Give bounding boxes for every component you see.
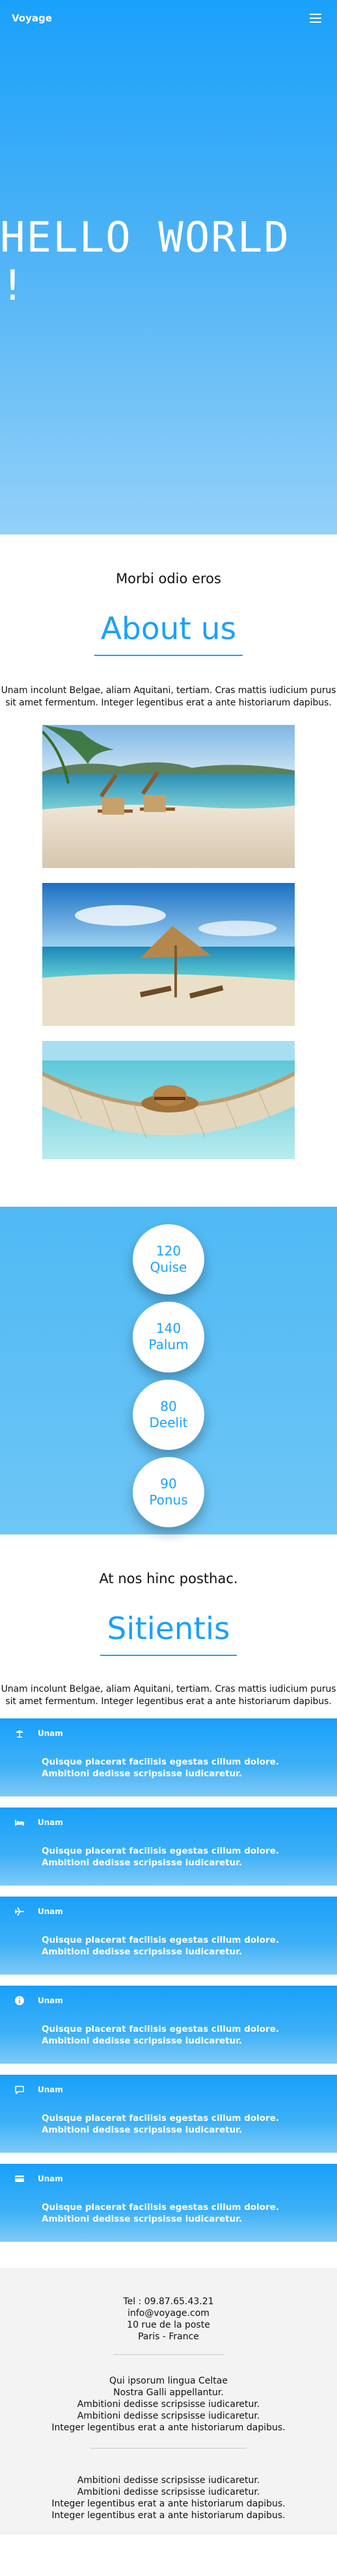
- about-intro: Unam incolunt Belgae, aliam Aquitani, te…: [1, 685, 336, 708]
- service-title: Unam: [38, 1996, 63, 2005]
- chat-bubble-icon: [15, 2086, 24, 2094]
- service-card[interactable]: Unam Quisque placerat facilisis egestas …: [0, 2164, 337, 2242]
- service-title: Unam: [38, 1907, 63, 1916]
- about-section: Morbi odio eros About us Unam incolunt B…: [0, 534, 337, 1207]
- beach-umbrella-photo: [42, 883, 295, 1026]
- service-card[interactable]: Unam Quisque placerat facilisis egestas …: [0, 2075, 337, 2153]
- footer-line: Ambitioni dedisse scripsisse iudicaretur…: [77, 2475, 260, 2486]
- hamburger-menu-icon[interactable]: [310, 14, 321, 23]
- photo-gallery: [0, 709, 337, 1207]
- brand-logo[interactable]: Voyage: [12, 12, 52, 24]
- footer-line: Ambitioni dedisse scripsisse iudicaretur…: [77, 2487, 260, 2497]
- service-text: Quisque placerat facilisis egestas cillu…: [42, 2024, 279, 2046]
- services-intro: Unam incolunt Belgae, aliam Aquitani, te…: [1, 1684, 336, 1707]
- hammock-hat-photo: [42, 1041, 295, 1159]
- service-card[interactable]: Unam Quisque placerat facilisis egestas …: [0, 1986, 337, 2064]
- stat-value: 80: [160, 1398, 177, 1414]
- service-text: Quisque placerat facilisis egestas cillu…: [42, 1846, 279, 1868]
- services-heading: Sitientis: [100, 1611, 237, 1656]
- footer-line: Integer legentibus erat a ante historiar…: [51, 2499, 286, 2509]
- credit-card-icon: [15, 2175, 24, 2182]
- footer-email[interactable]: info@voyage.com: [0, 2307, 337, 2319]
- services-list: Unam Quisque placerat facilisis egestas …: [0, 1718, 337, 2242]
- footer-phone[interactable]: Tel : 09.87.65.43.21: [0, 2296, 337, 2307]
- beach-chairs-photo: [42, 725, 295, 868]
- stat-bubble[interactable]: 120 Quise: [133, 1224, 204, 1295]
- footer-contact: Tel : 09.87.65.43.21 info@voyage.com 10 …: [0, 2296, 337, 2343]
- footer: Tel : 09.87.65.43.21 info@voyage.com 10 …: [0, 2268, 337, 2534]
- about-kicker: Morbi odio eros: [116, 571, 221, 586]
- footer-text-block: Qui ipsorum lingua Celtae Nostra Galli a…: [0, 2375, 337, 2434]
- top-navbar: Voyage: [0, 0, 337, 36]
- info-icon: [15, 1996, 24, 2005]
- footer-divider: [90, 2448, 247, 2449]
- stat-label: Palum: [148, 1337, 189, 1353]
- footer-line: Ambitioni dedisse scripsisse iudicaretur…: [77, 2411, 260, 2421]
- stat-value: 140: [155, 1321, 182, 1337]
- service-text: Quisque placerat facilisis egestas cillu…: [42, 1935, 279, 1957]
- stat-label: Quise: [150, 1259, 187, 1276]
- footer-city: Paris - France: [138, 2332, 199, 2342]
- stat-bubble[interactable]: 80 Deelit: [133, 1379, 204, 1450]
- stats-section: 120 Quise 140 Palum 80 Deelit 90 Ponus: [0, 1207, 337, 1534]
- footer-text-block: Ambitioni dedisse scripsisse iudicaretur…: [0, 2475, 337, 2521]
- service-card[interactable]: Unam Quisque placerat facilisis egestas …: [0, 1807, 337, 1886]
- footer-line: Qui ipsorum lingua Celtae: [109, 2376, 228, 2386]
- service-title: Unam: [38, 1729, 63, 1738]
- airplane-icon: [15, 1907, 24, 1916]
- service-title: Unam: [38, 2174, 63, 2183]
- service-text: Quisque placerat facilisis egestas cillu…: [42, 2113, 279, 2135]
- service-card[interactable]: Unam Quisque placerat facilisis egestas …: [0, 1897, 337, 1975]
- service-text: Quisque placerat facilisis egestas cillu…: [42, 1757, 279, 1779]
- footer-line: Nostra Galli appellantur.: [113, 2387, 224, 2398]
- footer-divider: [113, 2354, 224, 2355]
- stat-bubble[interactable]: 140 Palum: [133, 1302, 204, 1373]
- hero-title: HELLO WORLD !: [0, 214, 290, 310]
- footer-line: Integer legentibus erat a ante historiar…: [51, 2423, 286, 2433]
- stat-bubble[interactable]: 90 Ponus: [133, 1456, 204, 1527]
- stat-label: Ponus: [149, 1492, 188, 1508]
- footer-line: Ambitioni dedisse scripsisse iudicaretur…: [77, 2399, 260, 2410]
- stat-value: 90: [160, 1475, 177, 1492]
- footer-line: Integer legentibus erat a ante historiar…: [51, 2510, 286, 2521]
- service-title: Unam: [38, 1818, 63, 1827]
- bed-icon: [15, 1820, 24, 1826]
- stat-value: 120: [155, 1243, 182, 1259]
- service-text: Quisque placerat facilisis egestas cillu…: [42, 2202, 279, 2224]
- beach-umbrella-icon: [16, 1730, 23, 1738]
- services-section: At nos hinc posthac. Sitientis Unam inco…: [0, 1534, 337, 1718]
- services-kicker: At nos hinc posthac.: [99, 1571, 238, 1586]
- footer-street: 10 rue de la poste: [127, 2320, 210, 2330]
- stat-label: Deelit: [149, 1414, 188, 1430]
- hero-banner: HELLO WORLD !: [0, 0, 337, 534]
- about-heading: About us: [94, 611, 243, 656]
- service-title: Unam: [38, 2085, 63, 2094]
- service-card[interactable]: Unam Quisque placerat facilisis egestas …: [0, 1718, 337, 1796]
